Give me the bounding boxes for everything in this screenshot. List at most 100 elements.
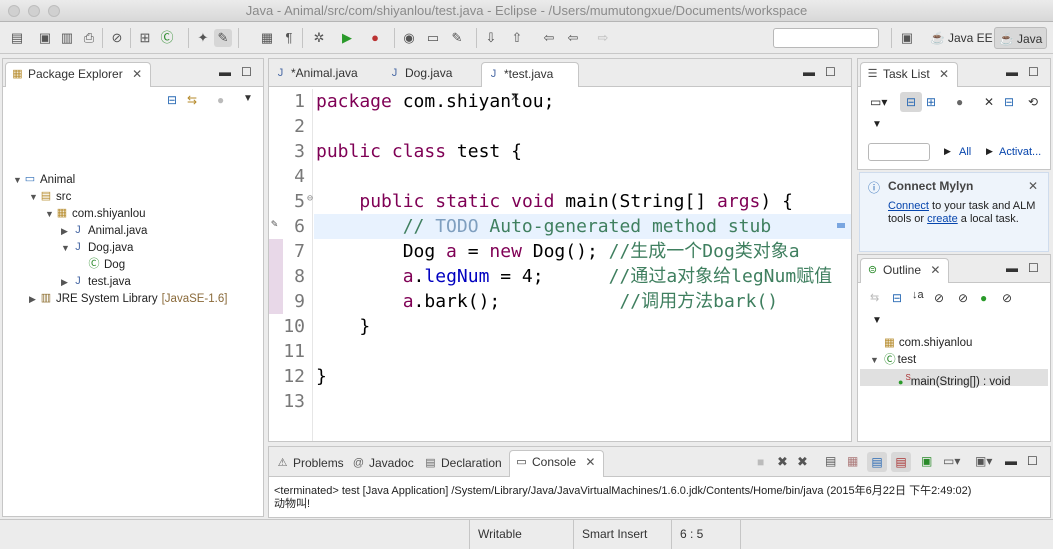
collapse-all-icon[interactable]: ⊟ [1004, 95, 1014, 109]
remove-launch-icon[interactable]: ✖ [777, 454, 788, 470]
outline-item-method[interactable]: ● Smain(String[]) : void [860, 369, 1048, 388]
code-editor[interactable]: 1 2 3 4 5 6 7 8 9 10 11 12 13 ✎ ⊖ package com.shiyan… [269, 89, 851, 441]
collapse-arrow-icon[interactable]: ▶ [61, 274, 71, 291]
maximize-icon[interactable]: ☐ [1027, 454, 1038, 468]
collapse-arrow-icon[interactable]: ▶ [61, 223, 71, 240]
view-menu-icon[interactable]: ▼ [872, 315, 882, 326]
last-edit-icon[interactable]: ⇦ [540, 29, 558, 47]
tab-declaration[interactable]: ▤ Declaration [419, 452, 510, 477]
show-stderr-icon[interactable]: ▤ [891, 452, 911, 472]
external-tools-icon[interactable]: ● [366, 29, 384, 47]
minimize-icon[interactable]: ▬ [1006, 261, 1018, 275]
hide-fields-icon[interactable]: ⊘ [934, 291, 944, 305]
outline-item-package[interactable]: ▦ com.shiyanlou [884, 335, 972, 352]
open-folder-icon[interactable]: ▭ [424, 29, 442, 47]
perspective-java-ee[interactable]: ☕ Java EE [926, 27, 997, 49]
close-icon[interactable]: ✕ [132, 63, 142, 86]
toggle-mark-occurrences-icon[interactable]: ✎ [214, 29, 232, 47]
link-with-editor-icon[interactable]: ⇆ [187, 93, 197, 107]
debug-icon[interactable]: ✲ [310, 29, 328, 47]
tree-item-animal-java[interactable]: ▶ J Animal.java [61, 223, 147, 240]
new-class-icon[interactable]: Ⓒ [158, 29, 176, 47]
open-console-icon[interactable]: ▣▾ [975, 454, 992, 468]
new-icon[interactable]: ▤ [8, 29, 26, 47]
toggle-block-selection-icon[interactable]: ▦ [258, 29, 276, 47]
tab-animal-java[interactable]: J *Animal.java [269, 62, 379, 87]
connect-link[interactable]: Connect [888, 200, 929, 212]
new-java-project-icon[interactable]: ⊞ [136, 29, 154, 47]
view-menu-icon[interactable]: ▼ [243, 93, 253, 104]
minimize-icon[interactable]: ▬ [219, 65, 231, 79]
hide-static-icon[interactable]: ⊘ [958, 291, 968, 305]
scheduled-icon[interactable]: ⊞ [926, 95, 936, 109]
tab-package-explorer[interactable]: ▦ Package Explorer ✕ [5, 62, 152, 87]
task-find-input[interactable] [868, 143, 930, 161]
close-icon[interactable]: ✕ [930, 259, 940, 282]
tree-item-com-shiyanlou[interactable]: ▼ ▦ com.shiyanlou [45, 206, 146, 223]
quick-access-input[interactable] [773, 28, 879, 48]
close-window-button[interactable] [8, 5, 20, 17]
skip-breakpoints-icon[interactable]: ⊘ [108, 29, 126, 47]
maximize-icon[interactable]: ☐ [1028, 65, 1039, 79]
hide-completed-icon[interactable]: ● [956, 95, 963, 109]
tab-test-java[interactable]: J *test.java ✕ [481, 62, 579, 104]
show-whitespace-icon[interactable]: ¶ [280, 29, 298, 47]
sort-icon[interactable]: ↓a [912, 289, 924, 301]
zoom-window-button[interactable] [48, 5, 60, 17]
minimize-icon[interactable]: ▬ [1005, 454, 1017, 468]
expand-arrow-icon[interactable]: ▼ [29, 189, 39, 206]
next-annotation-icon[interactable]: ⇩ [482, 29, 500, 47]
tree-item-animal[interactable]: ▼ ▭ Animal [13, 172, 75, 189]
collapse-arrow-icon[interactable]: ▶ [29, 291, 39, 308]
filter-all-link[interactable]: All [959, 146, 971, 158]
save-all-icon[interactable]: ▥ [58, 29, 76, 47]
close-icon[interactable]: ✕ [1028, 179, 1038, 193]
tab-javadoc[interactable]: @ Javadoc [347, 452, 422, 477]
print-icon[interactable]: ⎙ [80, 29, 98, 47]
tree-item-dog[interactable]: Ⓒ Dog [77, 257, 126, 274]
minimize-window-button[interactable] [28, 5, 40, 17]
scroll-lock-icon[interactable]: ▦ [847, 454, 858, 468]
show-stdout-icon[interactable]: ▤ [867, 452, 887, 472]
expand-arrow-icon[interactable]: ▼ [61, 240, 71, 257]
create-task-link[interactable]: create [927, 213, 958, 225]
run-icon[interactable]: ▶ [338, 29, 356, 47]
perspective-java[interactable]: ☕ Java [994, 27, 1048, 49]
minimize-icon[interactable]: ▬ [803, 65, 815, 79]
maximize-icon[interactable]: ☐ [241, 65, 252, 79]
open-task-icon[interactable]: ◉ [400, 29, 418, 47]
tab-outline[interactable]: ⊜ Outline ✕ [860, 258, 950, 283]
clear-console-icon[interactable]: ▤ [825, 454, 836, 468]
display-console-icon[interactable]: ▭▾ [943, 454, 960, 468]
close-icon[interactable]: ✕ [585, 451, 595, 474]
open-type-icon[interactable]: ✦ [194, 29, 212, 47]
focus-icon[interactable]: ✕ [984, 95, 994, 109]
collapse-all-icon[interactable]: ⊟ [167, 93, 177, 107]
search-icon[interactable]: ✎ [448, 29, 466, 47]
activate-task-link[interactable]: Activat... [999, 146, 1041, 158]
new-task-icon[interactable]: ▭▾ [870, 95, 887, 109]
remove-all-icon[interactable]: ✖ [797, 454, 808, 470]
collapse-all-icon[interactable]: ⊟ [892, 291, 902, 305]
tab-problems[interactable]: ⚠ Problems [271, 452, 352, 477]
expand-arrow-icon[interactable]: ▼ [870, 355, 879, 365]
minimize-icon[interactable]: ▬ [1006, 65, 1018, 79]
outline-item-class[interactable]: ▼ Ⓒtest [870, 352, 916, 369]
hide-local-types-icon[interactable]: ⊘ [1002, 291, 1012, 305]
expand-arrow-icon[interactable]: ▼ [45, 206, 55, 223]
expand-arrow-icon[interactable]: ▼ [13, 172, 23, 189]
categorized-icon[interactable]: ⊟ [900, 92, 922, 112]
previous-annotation-icon[interactable]: ⇧ [508, 29, 526, 47]
sync-icon[interactable]: ⟲ [1028, 95, 1038, 109]
tab-console[interactable]: ▭ Console ✕ [509, 450, 605, 477]
save-icon[interactable]: ▣ [36, 29, 54, 47]
fold-toggle-icon[interactable]: ⊖ [307, 193, 313, 204]
hide-nonpublic-icon[interactable]: ● [980, 291, 987, 305]
tree-item-test-java[interactable]: ▶ Jtest.java [61, 274, 131, 291]
pin-console-icon[interactable]: ▣ [921, 454, 932, 468]
tree-item-src[interactable]: ▼ ▤ src [29, 189, 71, 206]
open-perspective-icon[interactable]: ▣ [898, 29, 916, 47]
tab-dog-java[interactable]: J Dog.java [383, 62, 479, 87]
back-icon[interactable]: ⇦ [564, 29, 582, 47]
maximize-icon[interactable]: ☐ [1028, 261, 1039, 275]
